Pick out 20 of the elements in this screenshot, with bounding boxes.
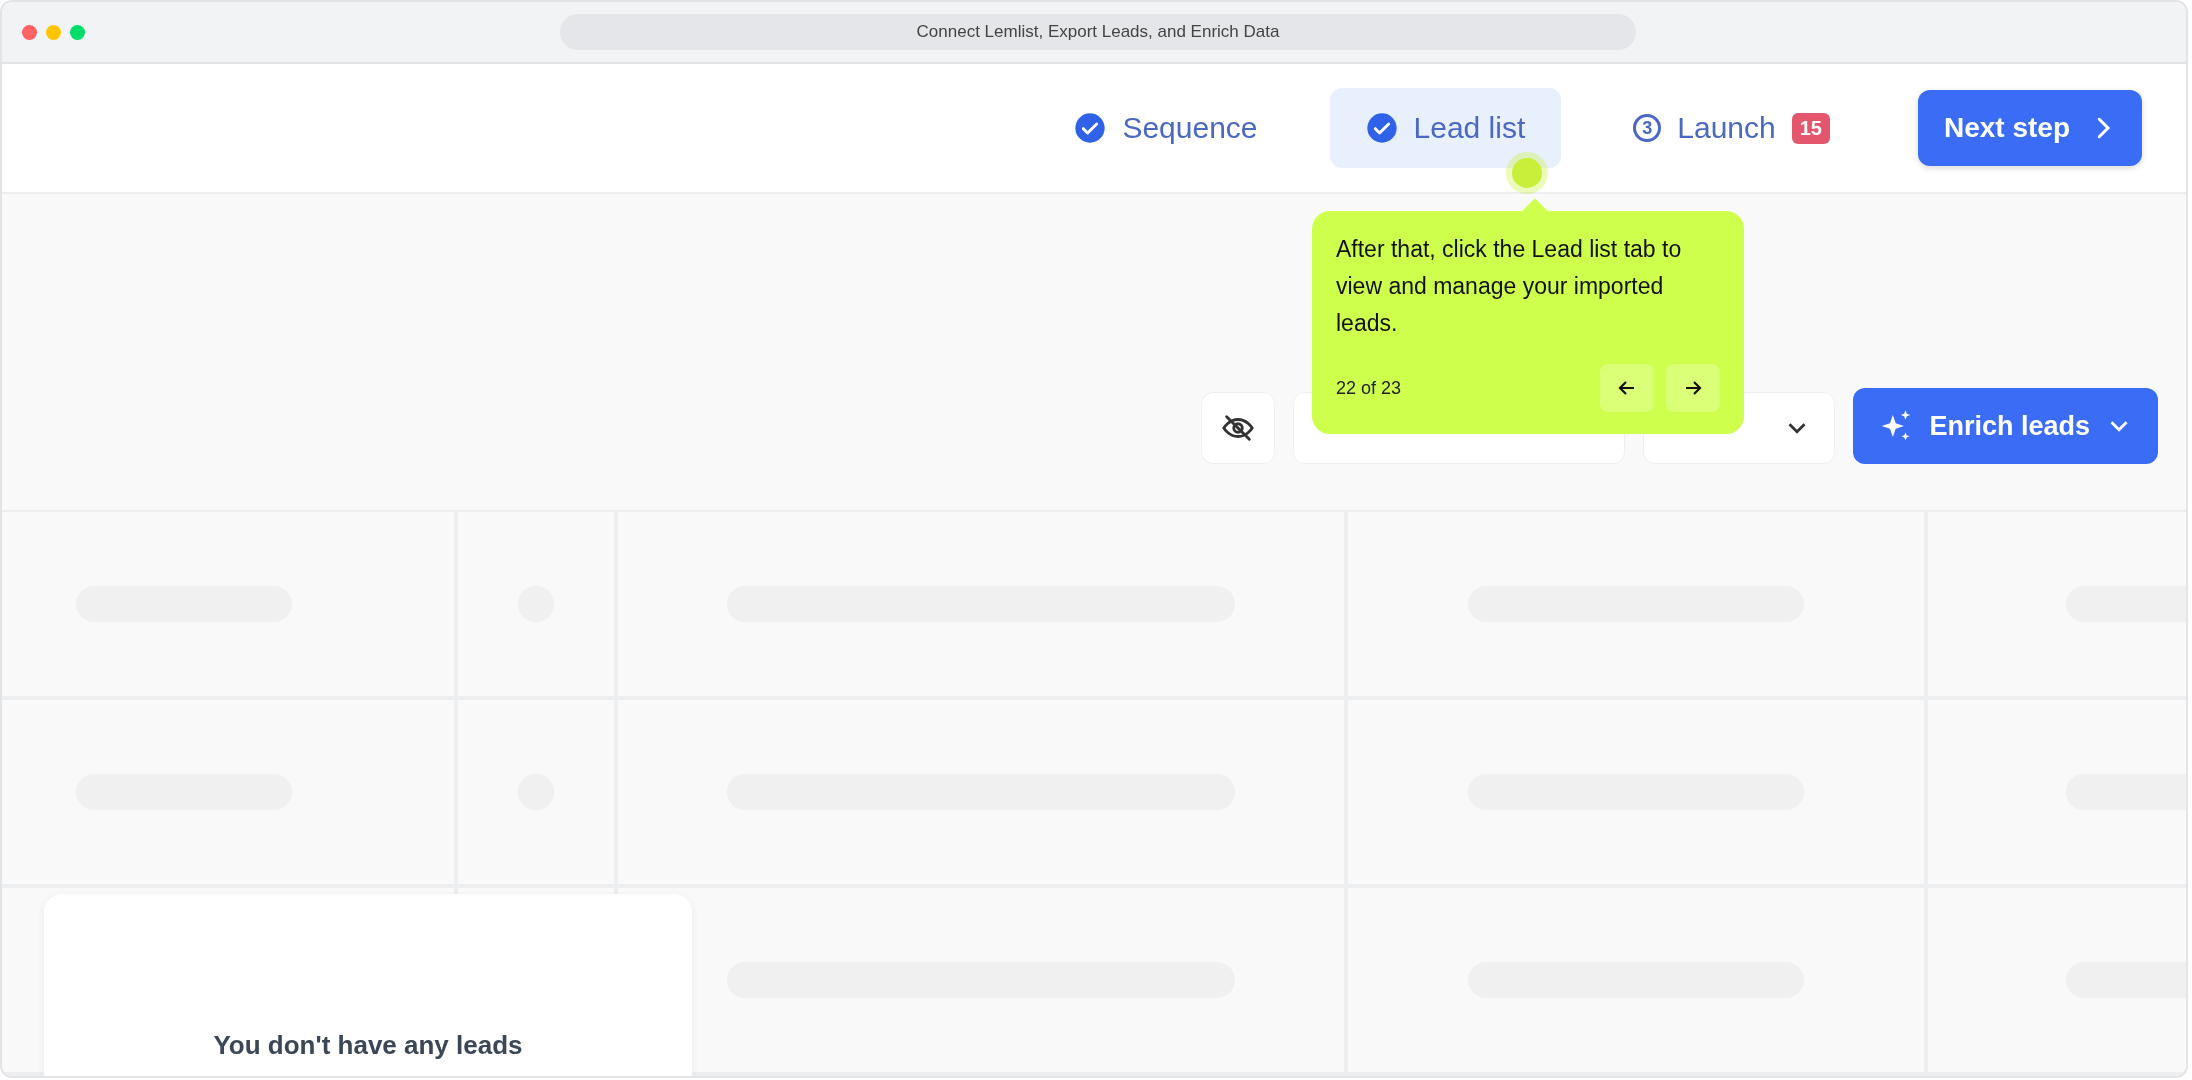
zoom-dot-icon[interactable] [70,24,85,40]
close-dot-icon[interactable] [22,24,37,40]
step-counter: 22 of 23 [1336,377,1402,399]
next-button[interactable] [1666,364,1720,412]
hide-columns-button[interactable] [1201,392,1276,464]
step-tab[interactable]: 3 Launch 15 [1597,88,1866,168]
step-tab[interactable]: Sequence [1038,88,1294,168]
step-tab[interactable]: Lead list [1329,88,1562,168]
check-circle-icon [1365,112,1398,144]
step-number-icon: 3 [1633,114,1662,142]
previous-button[interactable] [1600,364,1654,412]
window-title: Connect Lemlist, Export Leads, and Enrich Data [560,14,1636,50]
minimize-dot-icon[interactable] [46,24,61,40]
tooltip-text: After that, click the Lead list tab to view and manage your imported leads. [1336,235,1683,338]
empty-state-title: You don't have any leads [213,1030,523,1062]
enrich-leads-button[interactable]: Enrich leads [1853,388,2158,464]
count-badge: 15 [1791,112,1830,144]
next-step-button[interactable]: Next step [1917,90,2142,166]
check-circle-icon [1074,112,1107,144]
click-indicator-icon [1512,158,1542,188]
